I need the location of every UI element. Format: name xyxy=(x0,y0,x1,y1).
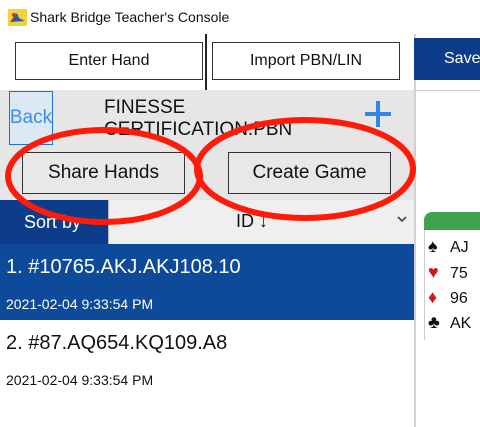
annotation-overlay xyxy=(5,117,416,225)
annotation-circle xyxy=(5,127,203,225)
annotation-circle xyxy=(194,117,416,221)
